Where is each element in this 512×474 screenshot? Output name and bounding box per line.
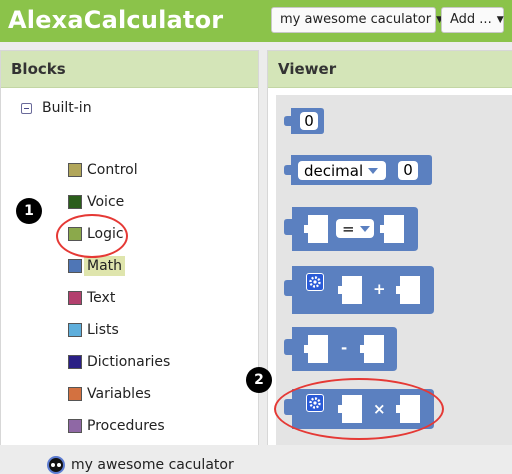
decimal-dropdown[interactable]: decimal xyxy=(298,161,386,180)
owl-icon xyxy=(47,456,65,474)
annotation-marker-2: 2 xyxy=(246,367,272,393)
caret-down-icon xyxy=(368,167,379,174)
top-bar: AlexaCalculator my awesome caculator ▼ Ad… xyxy=(0,0,512,42)
category-label: Math xyxy=(84,256,126,276)
category-label: Control xyxy=(87,162,138,178)
category-label: Dictionaries xyxy=(87,354,171,370)
project-item-label: my awesome caculator xyxy=(71,457,234,473)
number-value-field[interactable]: 0 xyxy=(300,112,318,130)
math-compare-block[interactable]: = xyxy=(284,207,418,256)
decimal-dropdown-label: decimal xyxy=(304,161,364,180)
compare-operator-dropdown[interactable]: = xyxy=(336,219,374,238)
add-operator-label: + xyxy=(373,280,386,298)
highlight-ring-math xyxy=(56,214,128,258)
caret-down-icon xyxy=(359,225,370,232)
category-label: Voice xyxy=(87,194,125,210)
decimal-value-field[interactable]: 0 xyxy=(398,161,418,180)
category-swatch-icon xyxy=(68,387,82,401)
category-label: Lists xyxy=(87,322,119,338)
category-swatch-icon xyxy=(68,419,82,433)
category-math[interactable]: Math xyxy=(68,256,126,276)
gear-icon[interactable] xyxy=(306,273,324,291)
compare-operator-label: = xyxy=(342,219,355,238)
category-voice[interactable]: Voice xyxy=(68,192,124,212)
add-button-label: Add ... xyxy=(450,12,492,27)
category-swatch-icon xyxy=(68,323,82,337)
category-label: Text xyxy=(87,290,116,306)
tree-root-label: Built-in xyxy=(42,100,92,116)
project-dropdown-label: my awesome caculator xyxy=(280,12,432,27)
math-number-block[interactable]: 0 xyxy=(284,108,324,139)
tree-item-project[interactable]: my awesome caculator xyxy=(47,456,234,474)
app-title: AlexaCalculator xyxy=(8,6,224,34)
category-swatch-icon xyxy=(68,163,82,177)
category-text[interactable]: Text xyxy=(68,288,115,308)
math-add-block[interactable]: + xyxy=(284,266,434,319)
category-control[interactable]: Control xyxy=(68,160,138,180)
category-procedures[interactable]: Procedures xyxy=(68,416,165,436)
category-variables[interactable]: Variables xyxy=(68,384,151,404)
category-label: Variables xyxy=(87,386,151,402)
category-swatch-icon xyxy=(68,355,82,369)
category-dictionaries[interactable]: Dictionaries xyxy=(68,352,170,372)
add-button[interactable]: Add ... ▼ xyxy=(441,7,504,33)
blocks-panel: Blocks Built-in Control Voice Logic Math Tex… xyxy=(0,50,259,474)
collapse-icon[interactable] xyxy=(21,102,32,114)
category-swatch-icon xyxy=(68,259,82,273)
project-dropdown[interactable]: my awesome caculator ▼ xyxy=(271,7,443,33)
subtract-operator-label: - xyxy=(341,339,348,357)
blocks-panel-title: Blocks xyxy=(1,51,258,88)
math-subtract-block[interactable]: - xyxy=(284,327,397,376)
category-lists[interactable]: Lists xyxy=(68,320,119,340)
annotation-marker-1: 1 xyxy=(16,198,42,224)
tree-item-built-in[interactable]: Built-in xyxy=(21,100,92,116)
viewer-panel-title: Viewer xyxy=(268,51,512,88)
math-decimal-block[interactable]: decimal 0 xyxy=(284,155,432,190)
highlight-ring-multiply xyxy=(274,378,444,440)
category-swatch-icon xyxy=(68,291,82,305)
category-label: Procedures xyxy=(87,418,165,434)
caret-down-icon: ▼ xyxy=(496,15,504,25)
category-swatch-icon xyxy=(68,195,82,209)
